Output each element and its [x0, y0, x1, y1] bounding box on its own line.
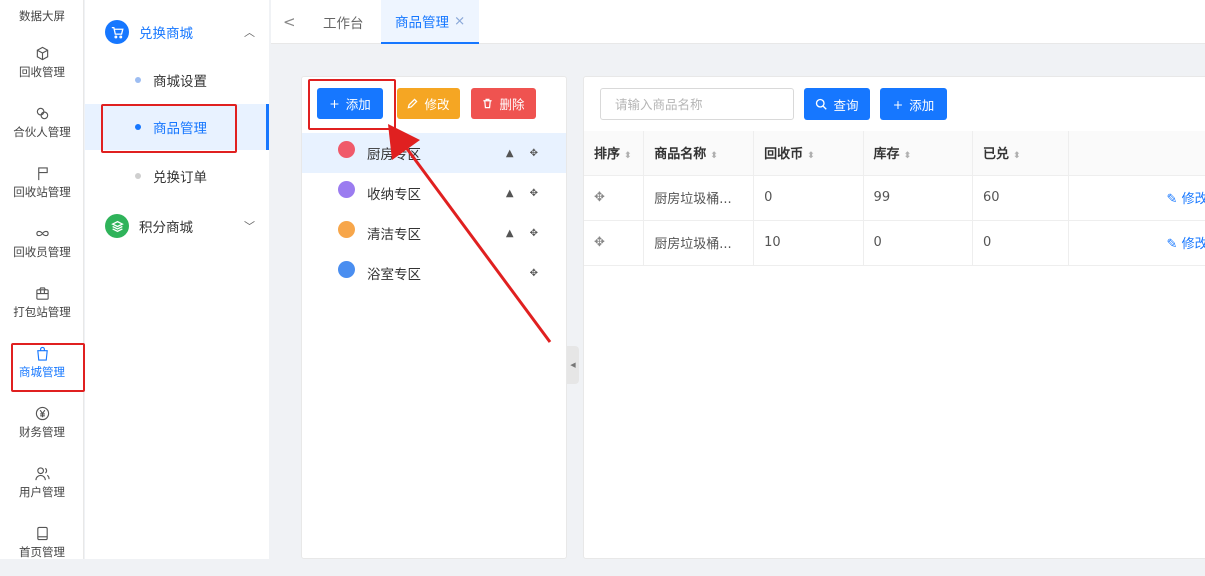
cart-icon: [105, 20, 129, 44]
drag-handle-icon[interactable]: ✥: [584, 220, 645, 266]
move-up-icon[interactable]: ▲: [506, 228, 514, 239]
category-icon: [338, 180, 355, 198]
pencil-icon: [408, 98, 418, 109]
annotation-box-mall: [11, 343, 85, 392]
category-item-cleaning[interactable]: 清洁专区 ▲ ✥: [302, 213, 566, 253]
drag-handle-icon[interactable]: ✥: [530, 148, 538, 159]
category-controls: ✥: [530, 268, 538, 279]
infinity-icon: [35, 230, 49, 237]
bullet-dot: [135, 77, 141, 83]
product-panel: 查询 +添加 排序⬍ 商品名称⬍ 回收币⬍ 库存⬍ 已兑⬍ ✥ 厨房垃圾桶...…: [583, 76, 1205, 559]
rail-item-finance[interactable]: 财务管理: [0, 400, 84, 456]
tablet-icon: [36, 526, 48, 541]
category-icon: [338, 220, 355, 238]
drag-handle-icon[interactable]: ✥: [530, 228, 538, 239]
category-item-kitchen[interactable]: 厨房专区 ▲ ✥: [302, 133, 566, 173]
drag-handle-icon[interactable]: ✥: [530, 268, 538, 279]
rail-item-partner[interactable]: 合伙人管理: [0, 100, 84, 156]
package-icon: [35, 287, 49, 300]
users-icon: [34, 467, 50, 481]
pencil-icon: ✎: [1166, 192, 1178, 207]
edit-link[interactable]: ✎ 修改: [1167, 237, 1205, 252]
tab-bar: < 工作台 商品管理 ×: [271, 0, 1205, 44]
rail-item-recycle[interactable]: 回收管理: [0, 40, 84, 96]
trash-icon: [483, 98, 493, 109]
edit-category-button[interactable]: 修改: [397, 88, 460, 119]
delete-category-button[interactable]: 删除: [471, 88, 536, 119]
cell-name: 厨房垃圾桶...: [643, 175, 755, 221]
col-name[interactable]: 商品名称 ⬍: [643, 131, 755, 176]
cell-coins: 10: [753, 220, 864, 266]
col-redeemed[interactable]: 已兑 ⬍: [972, 131, 1069, 176]
category-controls: ▲ ✥: [506, 148, 538, 159]
submenu-item-mall-settings[interactable]: 商城设置: [85, 57, 269, 103]
drag-handle-icon[interactable]: ✥: [530, 188, 538, 199]
plus-icon: +: [892, 96, 904, 112]
search-input[interactable]: [600, 88, 794, 120]
table-row: ✥ 厨房垃圾桶... 0 99 60 ✎ 修改: [584, 175, 1205, 221]
product-table: 排序 ⬍ 商品名称 ⬍ 回收币 ⬍ 库存 ⬍ 已兑 ⬍ ✥ 厨房垃圾桶... 0 99 6…: [584, 131, 1205, 266]
rail-item-collector[interactable]: 回收员管理: [0, 220, 84, 276]
layers-icon: [105, 214, 129, 238]
cell-name: 厨房垃圾桶...: [643, 220, 755, 266]
category-controls: ▲ ✥: [506, 228, 538, 239]
query-button[interactable]: 查询: [804, 88, 870, 120]
sort-icon[interactable]: ⬍: [807, 151, 815, 161]
category-panel: + 添加 修改 删除 厨房专区 ▲ ✥ 收纳专区 ▲ ✥ 清洁专区 ▲ ✥ 浴室专区 ✥: [301, 76, 567, 559]
rail-item-station[interactable]: 回收站管理: [0, 160, 84, 216]
pencil-icon: ✎: [1166, 237, 1178, 252]
rail-item-users[interactable]: 用户管理: [0, 460, 84, 516]
col-stock[interactable]: 库存 ⬍: [863, 131, 974, 176]
col-sort[interactable]: 排序 ⬍: [584, 131, 645, 176]
search-icon: [816, 98, 828, 110]
flag-icon: [37, 167, 48, 181]
cell-actions: ✎ 修改: [1068, 175, 1205, 221]
move-up-icon[interactable]: ▲: [506, 188, 514, 199]
cell-coins: 0: [753, 175, 864, 221]
submenu-item-exchange-orders[interactable]: 兑换订单: [85, 153, 269, 199]
sort-icon[interactable]: ⬍: [624, 151, 632, 161]
chevron-down-icon: ﹀: [244, 220, 255, 233]
menu-group-points-mall[interactable]: 积分商城 ﹀: [105, 206, 255, 246]
sort-icon[interactable]: ⬍: [904, 151, 912, 161]
cell-redeemed: 60: [972, 175, 1069, 221]
drag-handle-icon[interactable]: ✥: [584, 175, 645, 221]
menu-group-exchange-mall[interactable]: 兑换商城 ︿: [105, 12, 255, 52]
cube-icon: [36, 46, 48, 61]
move-up-icon[interactable]: ▲: [506, 148, 514, 159]
cell-actions: ✎ 修改: [1068, 220, 1205, 266]
close-icon[interactable]: ×: [454, 13, 465, 29]
cell-stock: 99: [863, 175, 974, 221]
col-actions: [1068, 131, 1205, 176]
annotation-box-add: [308, 79, 396, 130]
add-product-button[interactable]: + 添加: [880, 88, 947, 120]
cell-redeemed: 0: [972, 220, 1069, 266]
category-item-bathroom[interactable]: 浴室专区 ✥: [302, 253, 566, 293]
bullet-dot: [135, 173, 141, 179]
category-icon: [338, 260, 355, 278]
table-row: ✥ 厨房垃圾桶... 10 0 0 ✎ 修改: [584, 220, 1205, 266]
collapse-handle[interactable]: ◀: [567, 346, 579, 384]
tab-workbench[interactable]: 工作台: [323, 0, 364, 44]
rail-item-homepage[interactable]: 首页管理: [0, 520, 84, 576]
chevron-up-icon: ︿: [244, 26, 255, 39]
cell-stock: 0: [863, 220, 974, 266]
sort-icon[interactable]: ⬍: [1013, 151, 1021, 161]
side-rail: 数据大屏 回收管理 合伙人管理 回收站管理 回收员管理 打包站管理 商城管理 财…: [0, 0, 84, 559]
edit-link[interactable]: ✎ 修改: [1167, 192, 1205, 207]
tab-back-button[interactable]: <: [283, 0, 296, 44]
link-icon: [36, 107, 48, 120]
col-coins[interactable]: 回收币 ⬍: [753, 131, 864, 176]
category-item-storage[interactable]: 收纳专区 ▲ ✥: [302, 173, 566, 213]
category-controls: ▲ ✥: [506, 188, 538, 199]
category-icon: [338, 140, 355, 158]
table-header-row: 排序 ⬍ 商品名称 ⬍ 回收币 ⬍ 库存 ⬍ 已兑 ⬍: [584, 131, 1205, 176]
annotation-box-product-management: [101, 104, 237, 153]
rail-item-packing[interactable]: 打包站管理: [0, 280, 84, 336]
sub-menu: 兑换商城 ︿ 商城设置 商品管理 兑换订单 积分商城 ﹀: [85, 0, 269, 559]
caret-left-icon: ◀: [570, 361, 576, 369]
tab-product-management[interactable]: 商品管理 ×: [381, 0, 480, 44]
yen-icon: [35, 406, 49, 421]
sort-icon[interactable]: ⬍: [710, 151, 718, 161]
